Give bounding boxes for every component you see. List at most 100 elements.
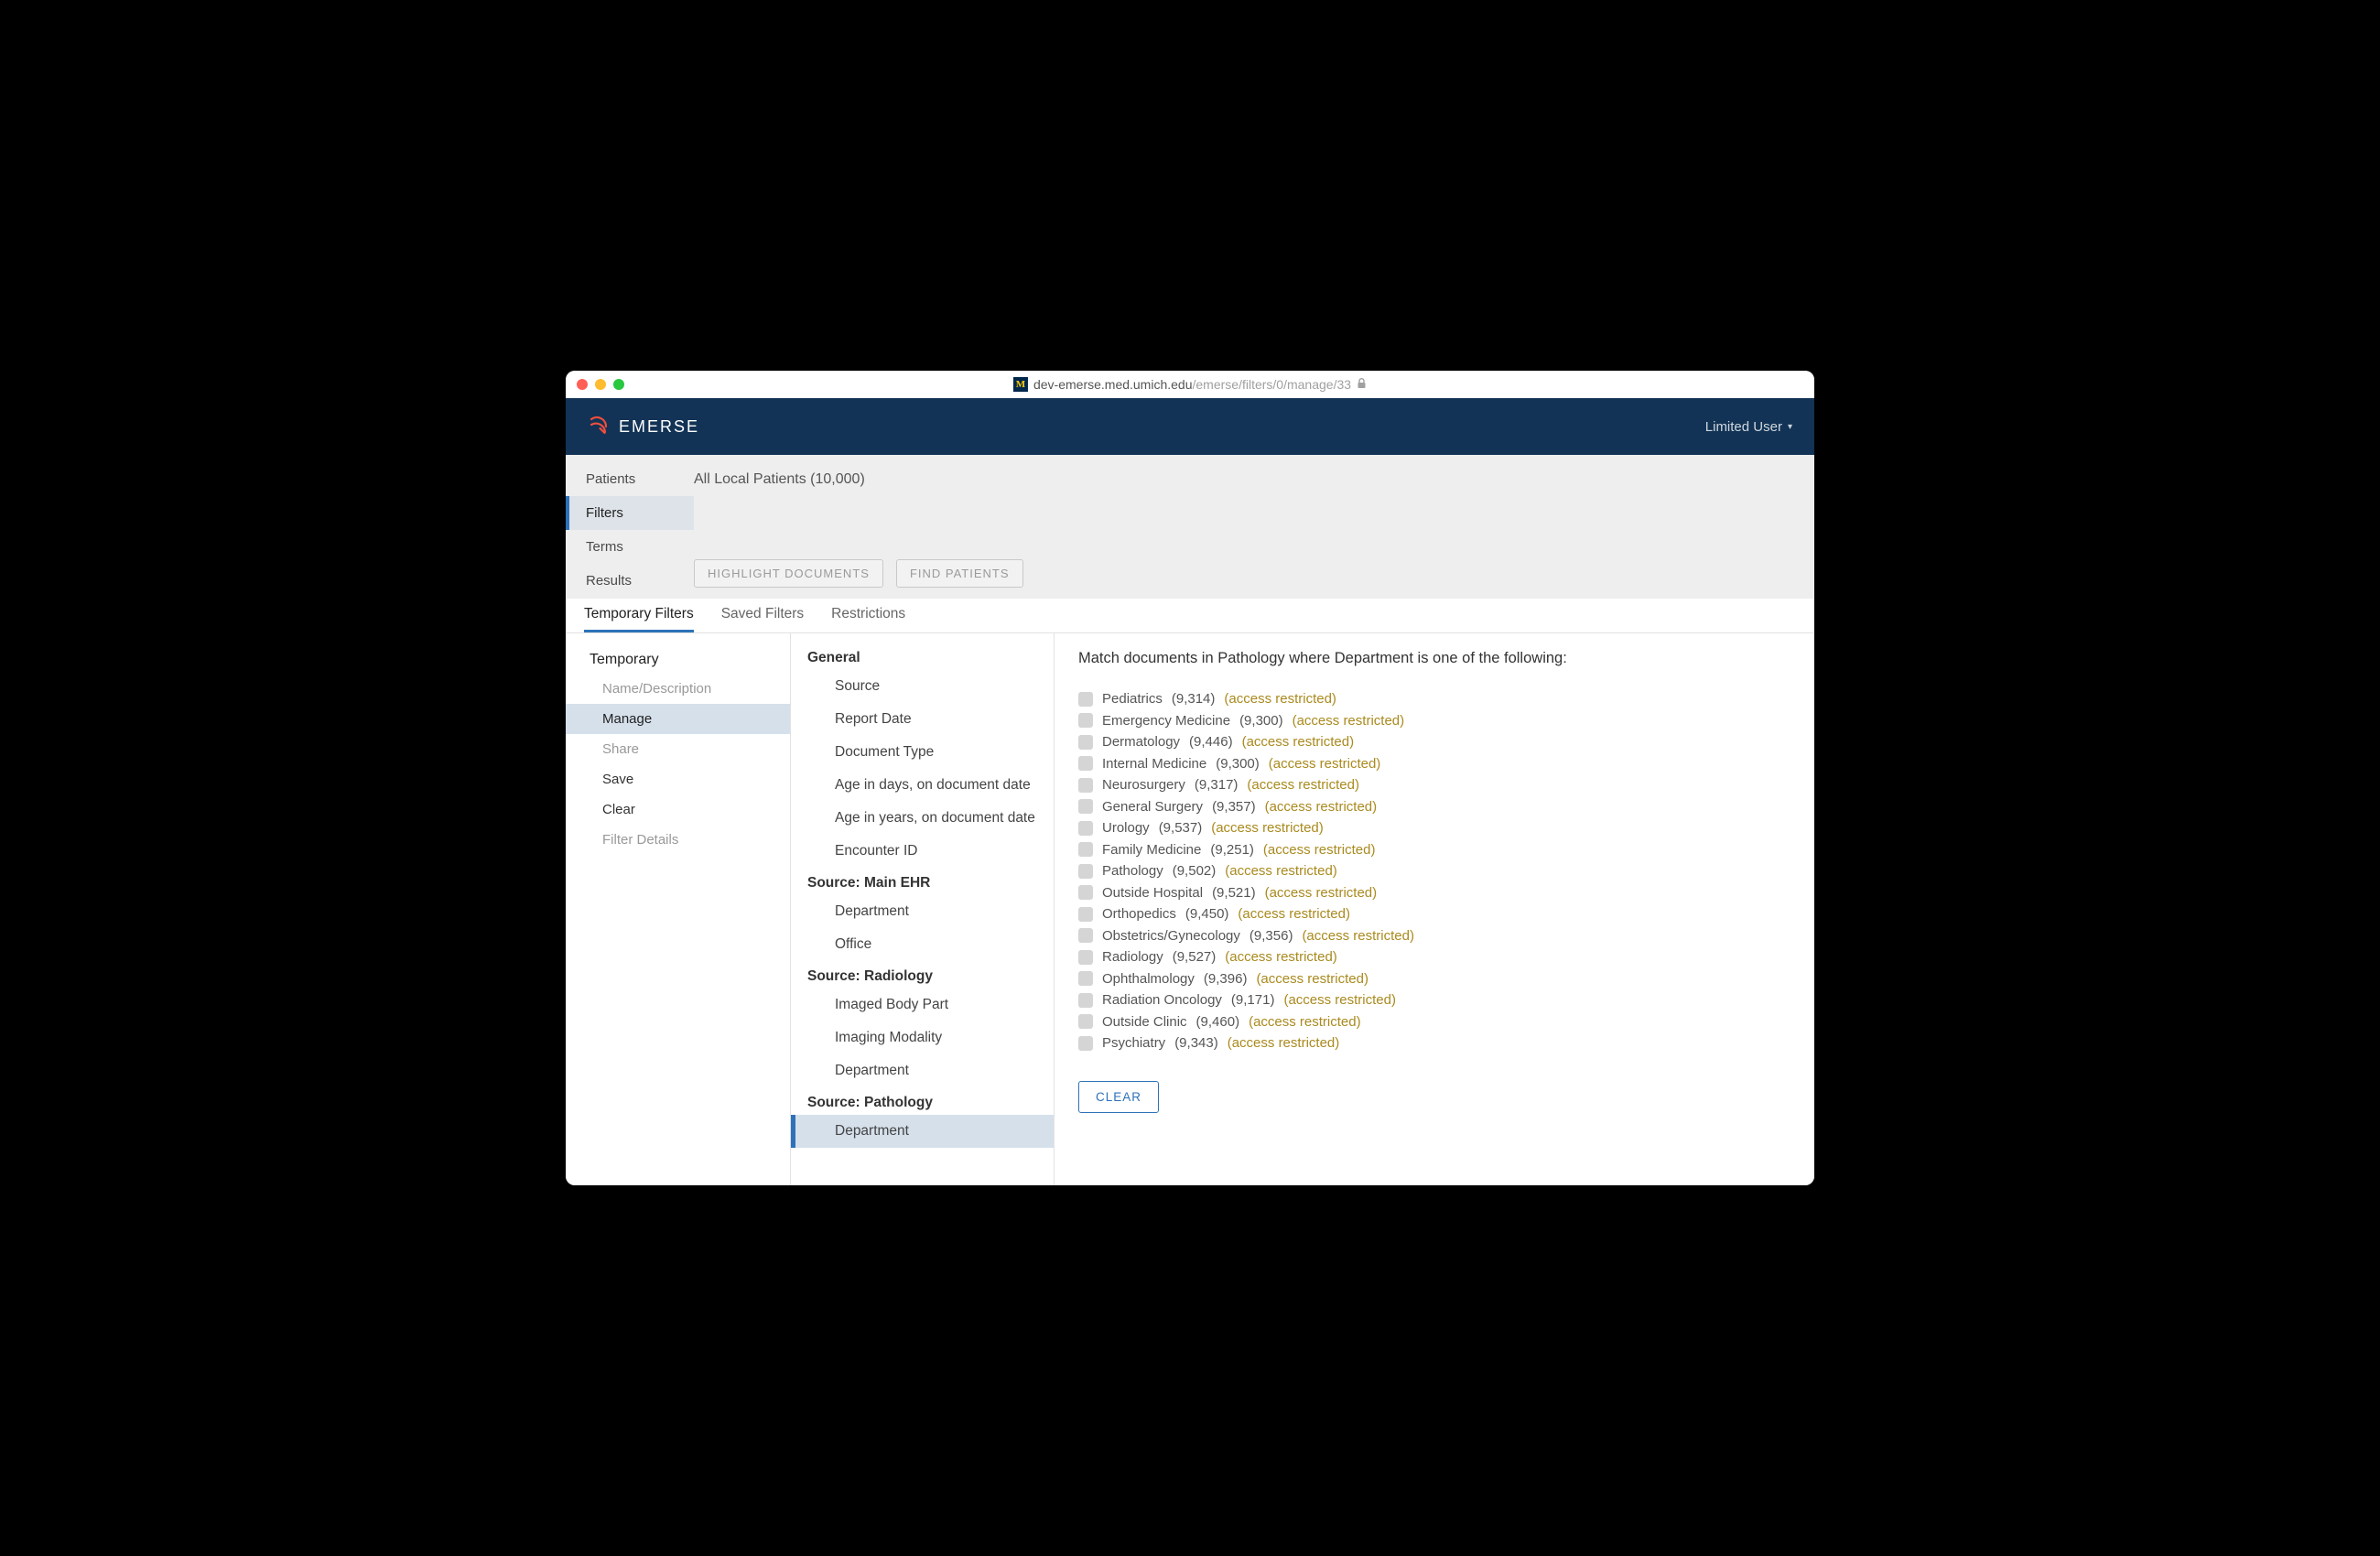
filter-option-row: Dermatology (9,446) (access restricted) (1078, 734, 1790, 750)
filter-option-row: Family Medicine (9,251) (access restrict… (1078, 842, 1790, 858)
filter-option-checkbox[interactable] (1078, 756, 1093, 771)
window-controls (566, 379, 624, 390)
filter-option-row: Ophthalmology (9,396) (access restricted… (1078, 971, 1790, 987)
sub-header-main: All Local Patients (10,000) HIGHLIGHT DO… (694, 455, 1814, 599)
filter-action-item[interactable]: Share (566, 734, 790, 764)
filter-option-checkbox[interactable] (1078, 993, 1093, 1008)
highlight-documents-button[interactable]: HIGHLIGHT DOCUMENTS (694, 559, 883, 588)
primary-nav: PatientsFiltersTermsResults (566, 455, 694, 599)
filter-option-count: (9,300) (1239, 713, 1283, 729)
filter-field-item[interactable]: Document Type (791, 736, 1054, 769)
app-window: M dev-emerse.med.umich.edu/emerse/filter… (566, 371, 1814, 1185)
filter-action-item[interactable]: Name/Description (566, 674, 790, 704)
filter-field-item[interactable]: Department (791, 1054, 1054, 1087)
filter-option-row: Emergency Medicine (9,300) (access restr… (1078, 713, 1790, 729)
filter-field-item[interactable]: Imaged Body Part (791, 989, 1054, 1021)
filter-option-row: Psychiatry (9,343) (access restricted) (1078, 1035, 1790, 1051)
filter-option-row: Outside Hospital (9,521) (access restric… (1078, 885, 1790, 901)
filter-option-checkbox[interactable] (1078, 821, 1093, 836)
filter-action-item[interactable]: Save (566, 764, 790, 794)
access-restricted-label: (access restricted) (1249, 1014, 1361, 1030)
filter-option-checkbox[interactable] (1078, 971, 1093, 986)
access-restricted-label: (access restricted) (1225, 949, 1337, 965)
filter-actions-header: Temporary (566, 646, 790, 674)
filters-tab[interactable]: Restrictions (831, 599, 905, 632)
filter-option-checkbox[interactable] (1078, 1036, 1093, 1051)
filter-action-item[interactable]: Manage (566, 704, 790, 734)
primary-nav-item[interactable]: Terms (566, 530, 694, 564)
filter-field-item[interactable]: Encounter ID (791, 835, 1054, 868)
filter-fields-column: GeneralSourceReport DateDocument TypeAge… (791, 633, 1055, 1185)
filters-tab[interactable]: Saved Filters (721, 599, 804, 632)
filter-option-row: Internal Medicine (9,300) (access restri… (1078, 756, 1790, 772)
filter-option-row: General Surgery (9,357) (access restrict… (1078, 799, 1790, 815)
access-restricted-label: (access restricted) (1263, 842, 1376, 858)
minimize-window-button[interactable] (595, 379, 606, 390)
clear-button[interactable]: CLEAR (1078, 1081, 1159, 1113)
filter-field-item[interactable]: Department (791, 895, 1054, 928)
filter-option-count: (9,450) (1185, 906, 1229, 922)
primary-nav-item[interactable]: Patients (566, 462, 694, 496)
filter-option-label: Internal Medicine (1102, 756, 1206, 772)
filter-option-checkbox[interactable] (1078, 928, 1093, 943)
filter-option-checkbox[interactable] (1078, 713, 1093, 728)
filters-tab[interactable]: Temporary Filters (584, 599, 694, 632)
filter-option-label: Psychiatry (1102, 1035, 1165, 1051)
match-description: Match documents in Pathology where Depar… (1078, 650, 1790, 667)
filter-option-label: General Surgery (1102, 799, 1203, 815)
filter-option-count: (9,521) (1212, 885, 1256, 901)
user-menu[interactable]: Limited User ▾ (1705, 419, 1792, 435)
filter-option-label: Radiation Oncology (1102, 992, 1222, 1008)
filter-option-count: (9,317) (1195, 777, 1239, 793)
filter-options-column: Match documents in Pathology where Depar… (1055, 633, 1814, 1185)
filter-option-label: Outside Clinic (1102, 1014, 1187, 1030)
maximize-window-button[interactable] (613, 379, 624, 390)
close-window-button[interactable] (577, 379, 588, 390)
filter-action-item[interactable]: Filter Details (566, 825, 790, 855)
filter-field-item[interactable]: Age in days, on document date (791, 769, 1054, 802)
filters-tab-strip: Temporary Filters Saved Filters Restrictio… (566, 599, 1814, 633)
filter-option-checkbox[interactable] (1078, 842, 1093, 857)
filter-option-checkbox[interactable] (1078, 735, 1093, 750)
filter-option-count: (9,171) (1231, 992, 1275, 1008)
filter-option-checkbox[interactable] (1078, 907, 1093, 922)
filter-option-count: (9,357) (1212, 799, 1256, 815)
filter-option-checkbox[interactable] (1078, 799, 1093, 814)
filter-option-row: Pathology (9,502) (access restricted) (1078, 863, 1790, 879)
filter-field-item[interactable]: Report Date (791, 703, 1054, 736)
filter-option-row: Obstetrics/Gynecology (9,356) (access re… (1078, 928, 1790, 944)
find-patients-button[interactable]: FIND PATIENTS (896, 559, 1023, 588)
filter-option-checkbox[interactable] (1078, 950, 1093, 965)
filter-action-item[interactable]: Clear (566, 794, 790, 825)
filter-field-item[interactable]: Office (791, 928, 1054, 961)
filter-option-label: Emergency Medicine (1102, 713, 1230, 729)
action-buttons: HIGHLIGHT DOCUMENTS FIND PATIENTS (694, 559, 1814, 588)
filter-field-item[interactable]: Age in years, on document date (791, 802, 1054, 835)
lock-icon (1357, 378, 1367, 392)
filter-option-row: Orthopedics (9,450) (access restricted) (1078, 906, 1790, 922)
filter-option-count: (9,446) (1189, 734, 1233, 750)
chevron-down-icon: ▾ (1788, 422, 1792, 432)
filter-option-checkbox[interactable] (1078, 864, 1093, 879)
filter-option-count: (9,356) (1250, 928, 1293, 944)
access-restricted-label: (access restricted) (1228, 1035, 1340, 1051)
filter-field-group-header: Source: Main EHR (791, 868, 1054, 895)
filter-field-group-header: General (791, 643, 1054, 670)
filter-option-checkbox[interactable] (1078, 885, 1093, 900)
filter-field-item[interactable]: Source (791, 670, 1054, 703)
access-restricted-label: (access restricted) (1283, 992, 1396, 1008)
primary-nav-item[interactable]: Filters (566, 496, 694, 530)
filter-option-count: (9,537) (1159, 820, 1203, 836)
filter-option-row: Radiology (9,527) (access restricted) (1078, 949, 1790, 965)
filter-option-checkbox[interactable] (1078, 692, 1093, 707)
filter-option-count: (9,502) (1173, 863, 1217, 879)
user-label: Limited User (1705, 419, 1782, 435)
filter-option-checkbox[interactable] (1078, 1014, 1093, 1029)
address-bar[interactable]: M dev-emerse.med.umich.edu/emerse/filter… (1013, 377, 1367, 392)
filter-field-item[interactable]: Department (791, 1115, 1054, 1148)
filter-option-checkbox[interactable] (1078, 778, 1093, 793)
filter-option-row: Outside Clinic (9,460) (access restricte… (1078, 1014, 1790, 1030)
filter-field-item[interactable]: Imaging Modality (791, 1021, 1054, 1054)
primary-nav-item[interactable]: Results (566, 564, 694, 598)
app-logo[interactable]: EMERSE (588, 416, 699, 438)
